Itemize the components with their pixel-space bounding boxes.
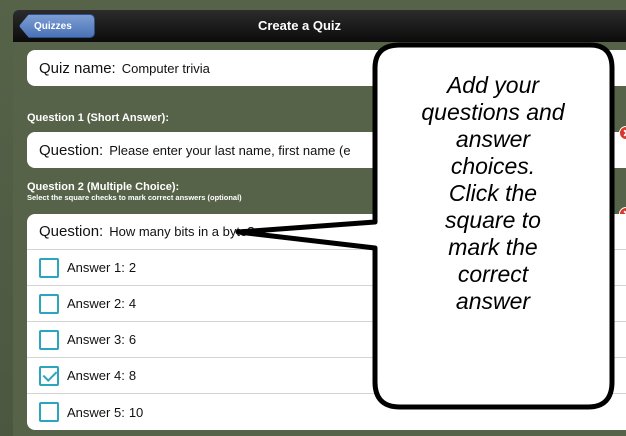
callout-line-7: mark the: [448, 234, 538, 260]
answer-2-checkbox[interactable]: [39, 293, 59, 314]
answer-3-checkbox[interactable]: [39, 329, 59, 350]
question-2-header: Question 2 (Multiple Choice): Select the…: [27, 181, 242, 202]
question-2-subtitle: Select the square checks to mark correct…: [27, 193, 242, 202]
callout-line-2: questions and: [421, 99, 565, 125]
callout-line-4: choices.: [450, 153, 536, 179]
answer-row-4[interactable]: Answer 4: 8: [27, 358, 626, 394]
callout-line-8: correct: [457, 261, 529, 287]
question-2-value: How many bits in a byte?: [109, 224, 255, 239]
answer-2-value: 4: [128, 296, 137, 311]
callout-line-6: square to: [445, 207, 541, 233]
quiz-name-label: Quiz name:: [39, 59, 116, 77]
answer-5-label: Answer 5:: [67, 404, 125, 420]
quiz-name-value: Computer trivia: [121, 60, 210, 76]
answer-1-checkbox[interactable]: [39, 257, 59, 278]
answer-1-label: Answer 1:: [67, 260, 125, 275]
callout-line-3: answer: [455, 126, 531, 152]
callout-line-9: answer: [455, 288, 531, 314]
answer-1-value: 2: [128, 260, 137, 275]
question-1-label: Question:: [39, 141, 104, 159]
callout-text: Add your questions and answer choices. Click…: [383, 72, 603, 315]
answer-3-value: 6: [128, 332, 137, 347]
answer-2-label: Answer 2:: [67, 296, 125, 311]
answer-row-5[interactable]: Answer 5: 10: [27, 394, 626, 430]
callout-line-1: Add your: [446, 72, 540, 98]
answer-row-3[interactable]: Answer 3: 6: [27, 322, 626, 358]
answer-5-checkbox[interactable]: [39, 402, 59, 422]
question-2-label: Question:: [39, 223, 104, 240]
answer-5-value: 10: [128, 404, 144, 420]
answer-4-checkbox[interactable]: [39, 365, 59, 386]
answer-4-label: Answer 4:: [67, 368, 125, 383]
delete-question-1-icon[interactable]: [619, 126, 626, 140]
answer-4-value: 8: [128, 368, 137, 383]
question-1-header: Question 1 (Short Answer):: [27, 112, 169, 124]
answer-3-label: Answer 3:: [67, 332, 125, 347]
navigation-bar: Quizzes Create a Quiz: [13, 10, 626, 42]
question-1-value: Please enter your last name, first name …: [109, 142, 351, 158]
callout-line-5: Click the: [448, 180, 538, 206]
question-2-title: Question 2 (Multiple Choice):: [27, 181, 180, 193]
page-title: Create a Quiz: [257, 18, 342, 33]
